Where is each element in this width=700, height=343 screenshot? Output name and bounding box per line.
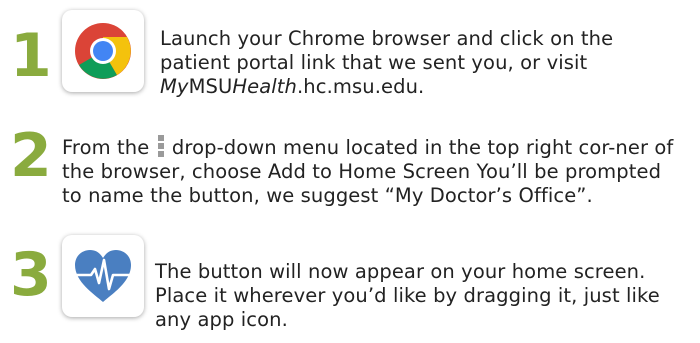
chrome-icon: [75, 23, 131, 79]
url-my: My: [160, 75, 189, 98]
step-number-1: 1: [10, 21, 52, 91]
kebab-menu-icon: [157, 135, 164, 157]
step-number-2: 2: [10, 121, 52, 191]
heart-app-tile: [62, 235, 144, 317]
url-msu: MSU: [188, 75, 233, 98]
step-2-text: From the drop-down menu located in the t…: [62, 135, 687, 208]
step-1-text: Launch your Chrome browser and click on …: [160, 27, 680, 99]
step-3-text: The button will now appear on your home …: [155, 260, 660, 331]
step-number-3: 3: [10, 240, 52, 310]
url-rest: .hc.msu.edu.: [297, 75, 425, 98]
heart-pulse-icon: [74, 250, 132, 302]
step-1-text-main: Launch your Chrome browser and click on …: [160, 27, 614, 74]
chrome-app-tile: [62, 10, 144, 92]
step-2-text-before: From the: [62, 136, 156, 159]
url-health: Health: [232, 75, 297, 98]
